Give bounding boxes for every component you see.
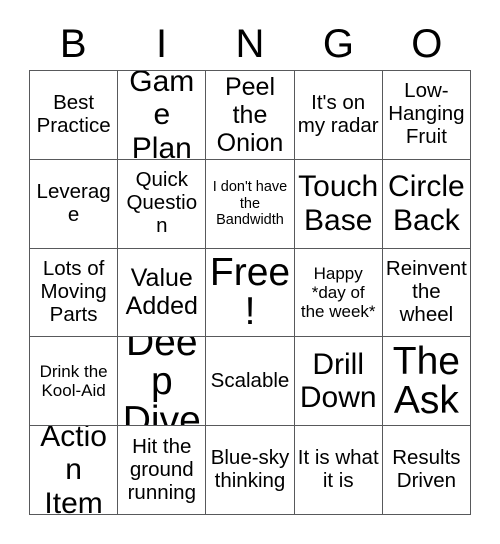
bingo-cell-r5c2[interactable]: Hit the ground running (118, 426, 207, 515)
bingo-cell-label: Game Plan (129, 71, 195, 160)
bingo-cell-label: I don't have the Bandwidth (212, 179, 288, 228)
bingo-cell-label: It is what it is (297, 446, 379, 493)
bingo-cell-r4c4[interactable]: Drill Down (294, 337, 383, 427)
bingo-cell-label: Happy *day of the week* (300, 263, 376, 321)
bingo-cell-r2c3[interactable]: I don't have the Bandwidth (206, 159, 295, 249)
bingo-cell-r3c3[interactable]: Free! (206, 248, 295, 338)
bingo-cell-label: Action Item (40, 426, 107, 515)
bingo-card: B I N G O Best Practice Game Plan Peel the… (0, 0, 500, 544)
bingo-cell-r1c5[interactable]: Low-Hanging Fruit (382, 71, 471, 160)
bingo-cell-r4c3[interactable]: Scalable (206, 337, 295, 427)
bingo-cell-label: Quick Question (126, 168, 198, 238)
bingo-cell-r2c5[interactable]: Circle Back (382, 159, 471, 249)
bingo-cell-label: Value Added (125, 264, 198, 321)
bingo-cell-label: Circle Back (388, 170, 465, 237)
bingo-cell-r2c1[interactable]: Leverage (30, 159, 119, 249)
bingo-cell-r5c5[interactable]: Results Driven (382, 426, 471, 515)
bingo-cell-r3c1[interactable]: Lots of Moving Parts (30, 248, 119, 338)
bingo-cell-label: Touch Base (298, 170, 379, 237)
bingo-cell-r1c4[interactable]: It's on my radar (294, 71, 383, 160)
bingo-cell-label: It's on my radar (297, 90, 379, 137)
bingo-cell-r1c2[interactable]: Game Plan (118, 71, 207, 160)
bingo-cell-r3c4[interactable]: Happy *day of the week* (294, 248, 383, 338)
bingo-cell-label: Reinvent the wheel (385, 257, 467, 326)
header-letter-4: G (322, 22, 354, 66)
bingo-cell-label: Blue-sky thinking (210, 446, 290, 493)
bingo-grid: Best Practice Game Plan Peel the Onion It's… (29, 70, 471, 515)
bingo-header: B I N G O (29, 18, 471, 70)
bingo-cell-r2c4[interactable]: Touch Base (294, 159, 383, 249)
bingo-cell-r2c2[interactable]: Quick Question (118, 159, 207, 249)
bingo-cell-r4c5[interactable]: The Ask (382, 337, 471, 427)
bingo-cell-r4c1[interactable]: Drink the Kool-Aid (30, 337, 119, 427)
bingo-cell-r4c2[interactable]: Deep Dive (118, 337, 207, 427)
bingo-cell-label: Best Practice (36, 90, 111, 137)
bingo-cell-label: Peel the Onion (216, 72, 284, 157)
bingo-cell-label: Free! (209, 251, 291, 334)
bingo-cell-label: Low-Hanging Fruit (388, 79, 465, 149)
header-letter-5: O (411, 22, 443, 66)
header-letter-2: I (156, 22, 168, 66)
bingo-cell-label: Drill Down (299, 347, 377, 415)
bingo-cell-r1c3[interactable]: Peel the Onion (206, 71, 295, 160)
bingo-cell-label: The Ask (392, 340, 460, 423)
bingo-cell-r5c4[interactable]: It is what it is (294, 426, 383, 515)
bingo-cell-label: Leverage (36, 179, 111, 226)
bingo-cell-label: Results Driven (392, 446, 461, 493)
bingo-cell-label: Drink the Kool-Aid (39, 362, 108, 401)
bingo-cell-r3c5[interactable]: Reinvent the wheel (382, 248, 471, 338)
bingo-cell-r1c1[interactable]: Best Practice (30, 71, 119, 160)
header-letter-1: B (59, 22, 87, 66)
bingo-cell-r3c2[interactable]: Value Added (118, 248, 207, 338)
bingo-cell-label: Deep Dive (122, 337, 201, 427)
header-letter-3: N (235, 22, 265, 66)
bingo-cell-label: Hit the ground running (127, 434, 196, 504)
bingo-cell-r5c3[interactable]: Blue-sky thinking (206, 426, 295, 515)
bingo-cell-label: Lots of Moving Parts (40, 257, 107, 326)
bingo-cell-label: Scalable (210, 368, 290, 392)
bingo-cell-r5c1[interactable]: Action Item (30, 426, 119, 515)
